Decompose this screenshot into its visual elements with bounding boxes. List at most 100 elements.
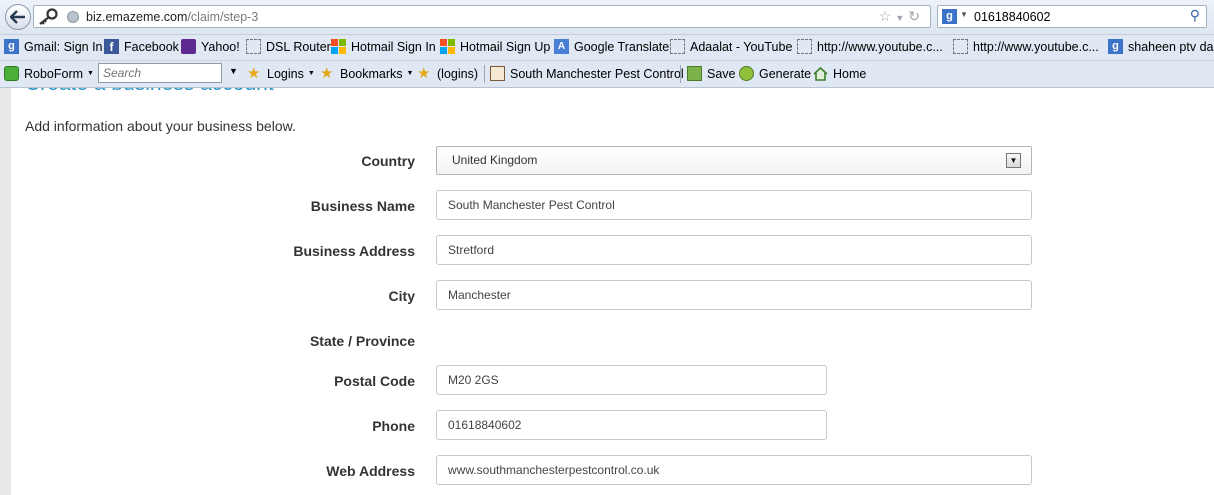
site-card-icon [490, 66, 505, 81]
roboform-key-icon[interactable] [37, 8, 59, 31]
google-icon: g [1108, 39, 1123, 54]
bookmark-label: http://www.youtube.c... [817, 39, 943, 54]
bookmark-label: Yahoo! [201, 39, 240, 54]
roboform-site-entry[interactable]: South Manchester Pest Control [490, 66, 684, 81]
roboform-generate-button[interactable]: Generate [739, 66, 811, 81]
bookmark-label: Hotmail Sign In [351, 39, 436, 54]
url-host: biz.emazeme.com [86, 10, 188, 24]
bookmark-youtube-1[interactable]: http://www.youtube.c... [797, 39, 943, 54]
bookmark-facebook[interactable]: f Facebook [104, 39, 179, 54]
roboform-bookmarks[interactable]: ★ Bookmarks ▼ [320, 66, 413, 81]
roboform-toolbar: RoboForm ▼ ▼ ★ Logins ▼ ★ Bookmarks ▼ ★ … [0, 61, 1214, 88]
bookmark-google-translate[interactable]: A Google Translate [554, 39, 669, 54]
history-dropdown-icon[interactable]: ▼ [895, 13, 908, 23]
generate-icon [739, 66, 754, 81]
windows-icon [440, 39, 455, 54]
bookmark-dsl-router[interactable]: DSL Router [246, 39, 331, 54]
roboform-menu[interactable]: RoboForm ▼ [4, 66, 94, 81]
logins-folder-icon: ★ [417, 65, 431, 82]
toolbar-separator [680, 65, 681, 83]
bookmark-label: Hotmail Sign Up [460, 39, 551, 54]
bookmarks-star-icon: ★ [320, 65, 334, 82]
logins-folder-label: (logins) [437, 66, 478, 81]
city-label: City [388, 288, 415, 304]
bookmark-label: DSL Router [266, 39, 331, 54]
roboform-logins[interactable]: ★ Logins ▼ [247, 66, 315, 81]
postal-code-input[interactable]: M20 2GS [436, 365, 827, 395]
state-province-label: State / Province [309, 333, 415, 349]
roboform-home-button[interactable]: Home [813, 66, 866, 81]
bookmark-gmail[interactable]: g Gmail: Sign In [4, 39, 103, 54]
bookmark-hotmail-sign-in[interactable]: Hotmail Sign In [331, 39, 436, 54]
url-text[interactable]: biz.emazeme.com/claim/step-3 [86, 10, 258, 24]
postal-code-label: Postal Code [334, 373, 415, 389]
chevron-down-icon: ▼ [229, 66, 238, 76]
roboform-icon [4, 66, 19, 81]
search-input[interactable]: 01618840602 [974, 10, 1050, 24]
windows-icon [331, 39, 346, 54]
page-icon [670, 39, 685, 54]
back-arrow-icon [10, 10, 25, 24]
business-name-input[interactable]: South Manchester Pest Control [436, 190, 1032, 220]
search-engine-dropdown-icon[interactable]: ▼ [960, 10, 968, 19]
home-label: Home [833, 66, 867, 81]
logins-star-icon: ★ [247, 65, 261, 82]
google-search-engine-icon[interactable]: g [942, 9, 957, 24]
search-magnifier-icon[interactable]: ⚲ [1190, 7, 1200, 24]
business-address-label: Business Address [293, 243, 415, 259]
navigation-bar: biz.emazeme.com/claim/step-3 ☆▼↻ g ▼ 016… [0, 0, 1214, 35]
country-label: Country [361, 153, 415, 169]
facebook-icon: f [104, 39, 119, 54]
bookmark-adaalat-youtube[interactable]: Adaalat - YouTube [670, 39, 792, 54]
home-icon [813, 66, 828, 81]
generate-label: Generate [759, 66, 812, 81]
page-title: Create a business account [25, 88, 274, 96]
dropdown-arrow-icon[interactable]: ▼ [1006, 153, 1021, 168]
bookmark-yahoo[interactable]: Yahoo! [181, 39, 240, 54]
chevron-down-icon: ▼ [307, 70, 315, 77]
url-path: /claim/step-3 [187, 10, 259, 24]
phone-input[interactable]: 01618840602 [436, 410, 827, 440]
page-icon [953, 39, 968, 54]
country-select[interactable]: United Kingdom ▼ [436, 146, 1032, 175]
page-left-margin [0, 88, 11, 495]
business-address-input[interactable]: Stretford [436, 235, 1032, 265]
intro-text: Add information about your business belo… [25, 118, 296, 134]
roboform-search-input[interactable] [98, 63, 222, 83]
bookmark-shaheen-ptv[interactable]: g shaheen ptv dar [1108, 39, 1214, 54]
save-label: Save [707, 66, 736, 81]
search-bar[interactable]: g ▼ 01618840602 ⚲ [937, 5, 1207, 28]
bookmarks-toolbar: g Gmail: Sign In f Facebook Yahoo! DSL R… [0, 35, 1214, 61]
page-icon [797, 39, 812, 54]
roboform-save-button[interactable]: Save [687, 66, 736, 81]
yahoo-icon [181, 39, 196, 54]
bookmark-label: Adaalat - YouTube [690, 39, 793, 54]
site-entry-label: South Manchester Pest Control [510, 66, 684, 81]
business-name-label: Business Name [310, 198, 415, 214]
reload-icon[interactable]: ↻ [908, 8, 924, 24]
bookmark-label: Facebook [124, 39, 179, 54]
phone-label: Phone [372, 418, 415, 434]
chevron-down-icon: ▼ [406, 70, 414, 77]
google-icon: g [4, 39, 19, 54]
bookmark-label: Google Translate [574, 39, 670, 54]
web-address-input[interactable]: www.southmanchesterpestcontrol.co.uk [436, 455, 1032, 485]
address-bar[interactable]: biz.emazeme.com/claim/step-3 ☆▼↻ [33, 5, 931, 28]
city-input[interactable]: Manchester [436, 280, 1032, 310]
bookmark-star-icon[interactable]: ☆ [879, 8, 896, 24]
web-address-label: Web Address [326, 463, 415, 479]
site-identity-icon[interactable] [67, 11, 79, 23]
chevron-down-icon: ▼ [87, 70, 94, 77]
bookmark-label: Gmail: Sign In [24, 39, 103, 54]
roboform-logins-folder[interactable]: ★ (logins) [417, 66, 478, 81]
bookmarks-label: Bookmarks [340, 66, 403, 81]
bookmark-youtube-2[interactable]: http://www.youtube.c... [953, 39, 1099, 54]
bookmark-label: http://www.youtube.c... [973, 39, 1099, 54]
logins-label: Logins [267, 66, 304, 81]
page-icon [246, 39, 261, 54]
page-content: Create a business account Add informatio… [0, 88, 1214, 495]
bookmark-label: shaheen ptv dar [1128, 39, 1214, 54]
bookmark-hotmail-sign-up[interactable]: Hotmail Sign Up [440, 39, 550, 54]
roboform-search-dropdown[interactable]: ▼ [229, 66, 238, 76]
back-button[interactable] [5, 4, 31, 30]
